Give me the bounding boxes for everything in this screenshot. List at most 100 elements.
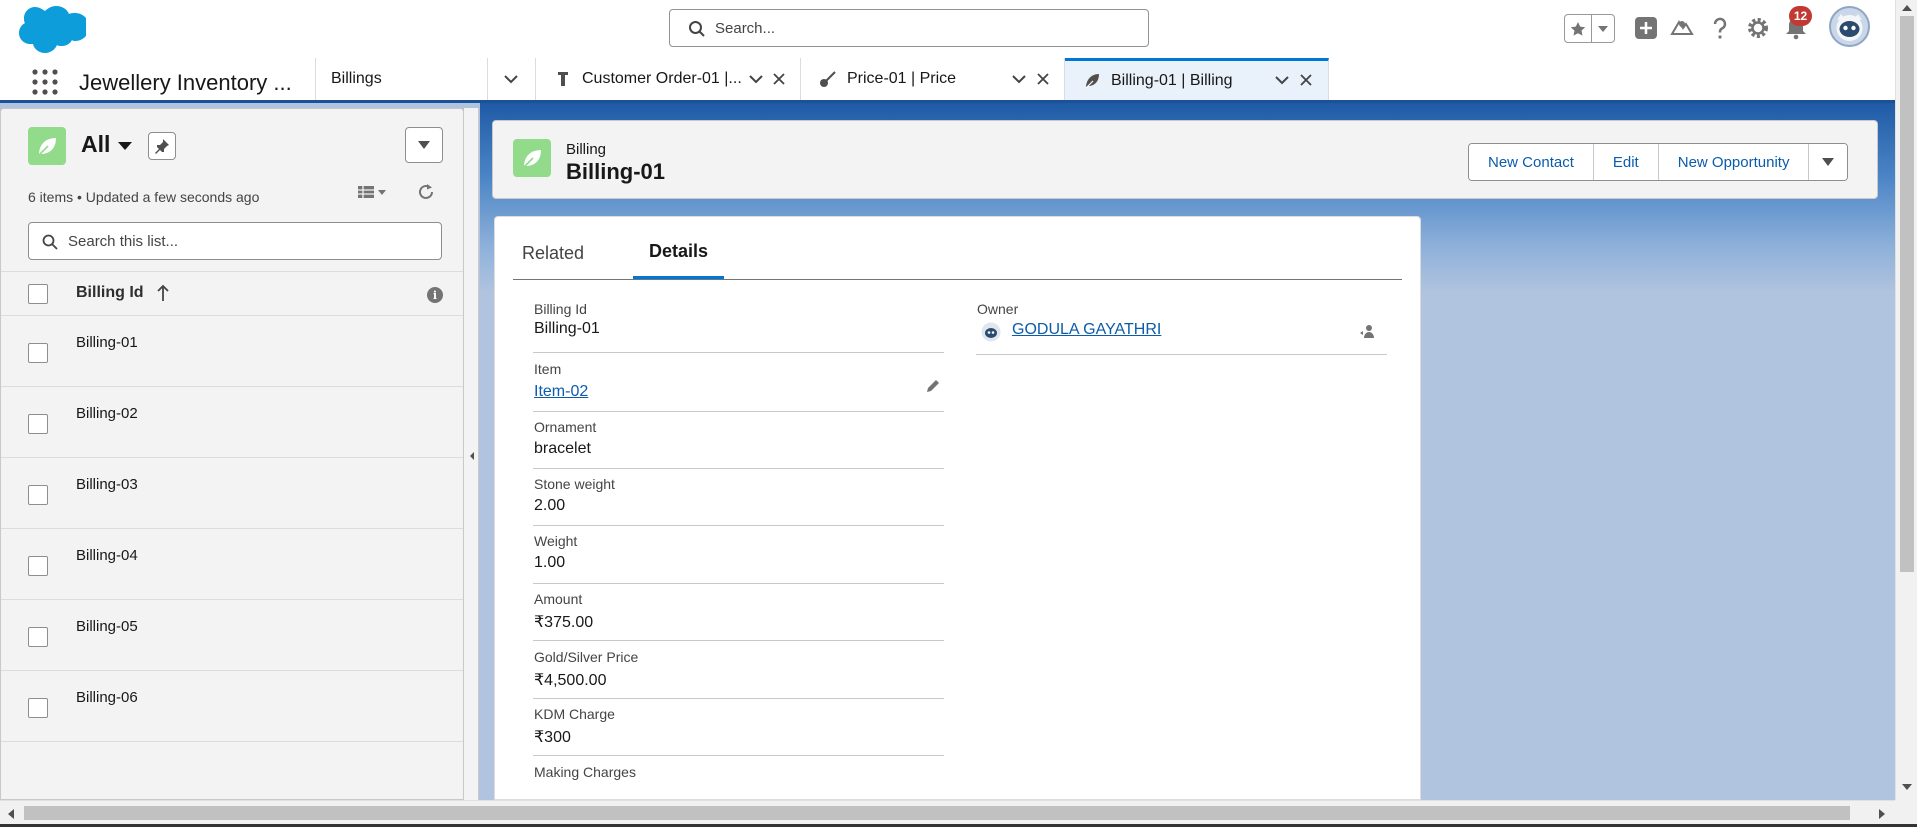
edit-button[interactable]: Edit [1593, 144, 1659, 180]
list-item[interactable]: Billing-03 [1, 458, 463, 529]
global-search-input[interactable]: Search... [669, 9, 1149, 47]
row-checkbox[interactable] [28, 698, 48, 718]
field-stone-weight: Stone weight 2.00 [533, 469, 944, 526]
close-icon [773, 73, 785, 85]
user-avatar[interactable] [1829, 6, 1870, 47]
row-checkbox[interactable] [28, 627, 48, 647]
field-label: Owner [977, 301, 1019, 317]
list-view-name[interactable]: All [81, 131, 110, 158]
row-checkbox[interactable] [28, 343, 48, 363]
list-column-header: Billing Id i [1, 271, 463, 316]
display-as-button[interactable] [357, 181, 391, 203]
tab-related[interactable]: Related [522, 227, 622, 279]
tab-details[interactable]: Details [633, 227, 724, 279]
list-item-label[interactable]: Billing-05 [76, 618, 138, 635]
tab-customer-order[interactable]: Customer Order-01 |... [536, 58, 801, 100]
list-item[interactable]: Billing-01 [1, 316, 463, 387]
vertical-scrollbar[interactable] [1895, 0, 1917, 800]
leaf-icon [38, 138, 56, 156]
row-checkbox[interactable] [28, 414, 48, 434]
field-label: Stone weight [534, 476, 615, 492]
item-lookup-link[interactable]: Item-02 [534, 383, 588, 401]
sort-ascending-icon[interactable] [156, 284, 170, 302]
list-search-input[interactable]: Search this list... [28, 222, 442, 260]
tab-close-button[interactable] [1035, 71, 1051, 87]
scroll-up-arrow-icon[interactable] [1901, 3, 1913, 13]
list-item[interactable]: Billing-04 [1, 529, 463, 600]
change-owner-icon[interactable] [1359, 323, 1377, 341]
tab-menu-chevron[interactable] [748, 71, 764, 87]
refresh-button[interactable] [415, 181, 437, 203]
astro-avatar-icon [1836, 14, 1863, 41]
setup-button[interactable] [1744, 14, 1772, 42]
scroll-down-arrow-icon[interactable] [1901, 782, 1913, 792]
scroll-right-arrow-icon[interactable] [1877, 808, 1887, 820]
list-item-label[interactable]: Billing-03 [76, 476, 138, 493]
tab-label: Price-01 | Price [847, 70, 957, 87]
vertical-scrollbar-thumb[interactable] [1900, 16, 1914, 572]
global-header: Search... 12 [0, 0, 1895, 58]
guitar-icon [819, 70, 837, 88]
favorites-star-button[interactable] [1565, 15, 1593, 42]
record-object-label: Billing [566, 141, 607, 158]
new-contact-button[interactable]: New Contact [1469, 144, 1594, 180]
field-kdm-charge: KDM Charge ₹300 [533, 699, 944, 756]
list-item[interactable]: Billing-02 [1, 387, 463, 458]
list-item-label[interactable]: Billing-02 [76, 405, 138, 422]
field-ornament: Ornament bracelet [533, 412, 944, 469]
global-actions-button[interactable] [1632, 14, 1660, 42]
info-icon[interactable]: i [427, 287, 443, 303]
more-actions-button[interactable] [1809, 144, 1848, 180]
list-item-label[interactable]: Billing-04 [76, 547, 138, 564]
list-item-label[interactable]: Billing-06 [76, 689, 138, 706]
select-all-checkbox[interactable] [28, 284, 48, 304]
record-title: Billing-01 [566, 159, 666, 184]
list-search-placeholder: Search this list... [68, 233, 179, 250]
field-value: ₹300 [534, 729, 571, 746]
tab-price[interactable]: Price-01 | Price [801, 58, 1065, 100]
collapse-left-icon[interactable] [469, 451, 475, 461]
horizontal-scrollbar[interactable] [0, 800, 1895, 824]
field-label: Making Charges [534, 764, 636, 780]
tab-close-button[interactable] [1298, 72, 1314, 88]
row-checkbox[interactable] [28, 485, 48, 505]
field-value: bracelet [534, 440, 591, 457]
salesforce-logo[interactable] [16, 3, 86, 53]
add-icon [1635, 17, 1657, 39]
nav-item-billings[interactable]: Billings [331, 58, 481, 100]
list-view-controls-button[interactable] [405, 127, 443, 163]
row-checkbox[interactable] [28, 556, 48, 576]
scroll-left-arrow-icon[interactable] [6, 808, 16, 820]
field-label: Gold/Silver Price [534, 649, 639, 665]
tab-label: Customer Order-01 |... [582, 70, 742, 87]
app-navigation-bar: Jewellery Inventory ... Billings Custome… [0, 58, 1895, 103]
owner-link[interactable]: GODULA GAYATHRI [1012, 321, 1161, 339]
app-name: Jewellery Inventory ... [79, 70, 292, 95]
help-button[interactable] [1706, 14, 1734, 42]
list-item[interactable]: Billing-06 [1, 671, 463, 742]
horizontal-scrollbar-thumb[interactable] [24, 806, 1850, 820]
list-view-picker-icon[interactable] [116, 137, 134, 155]
field-label: Item [534, 361, 562, 377]
chevron-down-icon [749, 75, 763, 84]
tab-menu-chevron[interactable] [1274, 72, 1290, 88]
tab-label: Billing-01 | Billing [1111, 71, 1233, 89]
pin-list-button[interactable] [148, 132, 176, 160]
favorites-menu-button[interactable] [1592, 15, 1614, 42]
record-highlights-panel: Billing Billing-01 New Contact Edit New … [492, 120, 1878, 199]
nav-item-menu-button[interactable] [488, 58, 534, 100]
list-item-label[interactable]: Billing-01 [76, 334, 138, 351]
close-icon [1037, 73, 1049, 85]
tab-billing[interactable]: Billing-01 | Billing [1065, 58, 1329, 100]
tab-close-button[interactable] [771, 71, 787, 87]
trailhead-button[interactable] [1668, 14, 1696, 42]
tab-menu-chevron[interactable] [1011, 71, 1027, 87]
field-value: 1.00 [534, 554, 566, 571]
list-item[interactable]: Billing-05 [1, 600, 463, 671]
chevron-down-icon [1012, 75, 1026, 84]
column-header-billing-id[interactable]: Billing Id [76, 284, 144, 302]
new-opportunity-button[interactable]: New Opportunity [1658, 144, 1810, 180]
app-launcher-icon[interactable] [30, 67, 60, 97]
chevron-down-icon [1822, 158, 1835, 166]
pencil-edit-icon[interactable] [925, 378, 941, 394]
